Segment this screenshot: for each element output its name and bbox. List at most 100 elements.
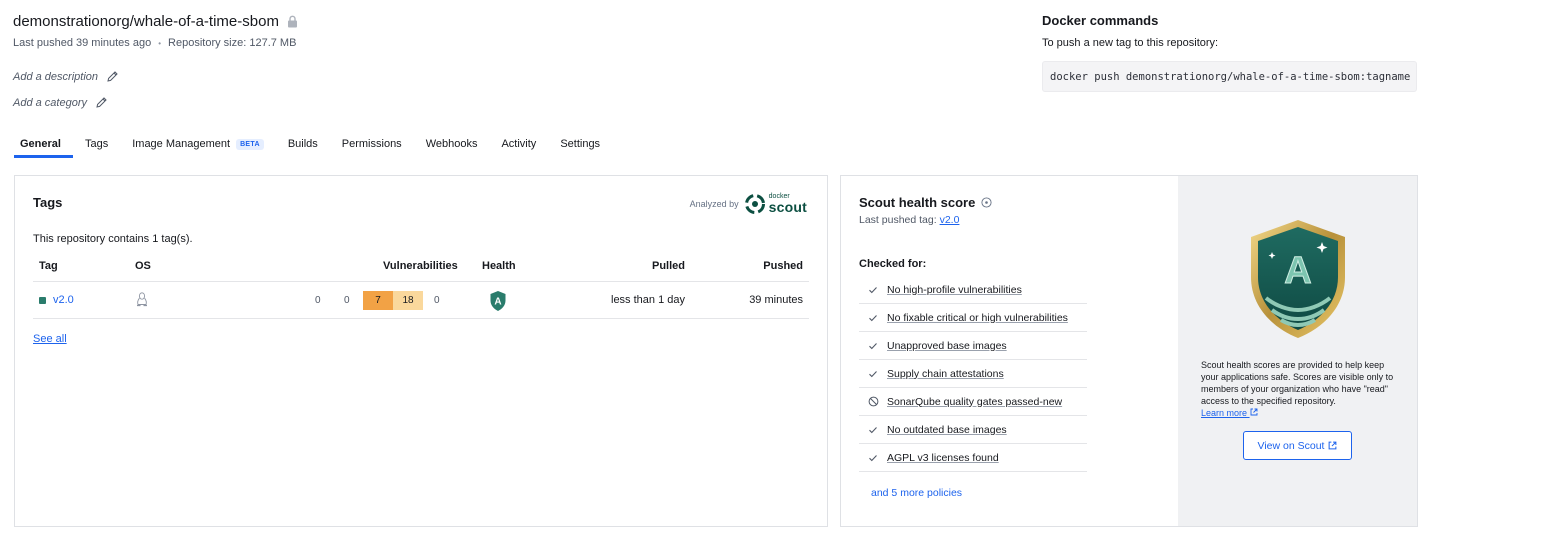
last-pushed: Last pushed 39 minutes ago xyxy=(13,37,152,49)
health-grade-text: A xyxy=(494,297,501,308)
pushed-time: 39 minutes xyxy=(749,294,803,306)
tab-tags[interactable]: Tags xyxy=(73,134,120,158)
lock-icon xyxy=(287,15,298,28)
policy-item[interactable]: Unapproved base images xyxy=(859,332,1087,360)
repo-name: demonstrationorg/whale-of-a-time-sbom xyxy=(13,13,279,30)
pulled-time: less than 1 day xyxy=(611,294,685,306)
check-icon xyxy=(859,285,887,295)
info-icon[interactable] xyxy=(981,197,992,208)
tag-count: This repository contains 1 tag(s). xyxy=(33,233,193,245)
tab-webhooks[interactable]: Webhooks xyxy=(414,134,490,158)
policy-label: Supply chain attestations xyxy=(887,367,1004,380)
tab-label: Permissions xyxy=(341,138,402,150)
last-pushed-label: Last pushed tag: xyxy=(859,214,937,226)
vuln-medium-count: 7 xyxy=(363,291,393,310)
policy-item[interactable]: No fixable critical or high vulnerabilit… xyxy=(859,304,1087,332)
tab-general[interactable]: General xyxy=(14,134,73,158)
col-tag: Tag xyxy=(39,260,58,272)
tab-label: General xyxy=(20,138,61,150)
add-category-label: Add a category xyxy=(13,96,87,109)
pencil-icon xyxy=(107,71,118,82)
learn-more-link[interactable]: Learn more xyxy=(1201,408,1258,418)
pencil-icon xyxy=(96,97,107,108)
meta-separator: • xyxy=(158,38,162,48)
policy-item[interactable]: Supply chain attestations xyxy=(859,360,1087,388)
policy-label: SonarQube quality gates passed-new xyxy=(887,395,1063,408)
linux-icon xyxy=(136,292,148,310)
analyzed-by: Analyzed by docker scout xyxy=(690,193,807,214)
col-health: Health xyxy=(482,260,516,272)
learn-more-label: Learn more xyxy=(1201,408,1248,418)
scout-health-panel: Scout health score Last pushed tag: v2.0… xyxy=(840,175,1418,527)
tab-settings[interactable]: Settings xyxy=(548,134,612,158)
policy-label: AGPL v3 licenses found xyxy=(887,451,999,464)
docker-push-command[interactable]: docker push demonstrationorg/whale-of-a-… xyxy=(1042,61,1417,92)
tab-builds[interactable]: Builds xyxy=(276,134,330,158)
tag-link[interactable]: v2.0 xyxy=(39,294,74,306)
tab-label: Webhooks xyxy=(425,138,478,150)
check-icon xyxy=(859,313,887,323)
scout-score-title-text: Scout health score xyxy=(859,195,976,210)
policy-item[interactable]: No high-profile vulnerabilities xyxy=(859,276,1087,304)
check-icon xyxy=(859,341,887,351)
scout-logo-icon xyxy=(744,193,765,214)
beta-badge: BETA xyxy=(236,139,264,150)
policy-label: No outdated base images xyxy=(887,423,1007,436)
col-pulled: Pulled xyxy=(651,260,685,272)
policy-item[interactable]: SonarQube quality gates passed-new xyxy=(859,388,1087,416)
add-category-link[interactable]: Add a category xyxy=(13,96,108,109)
tab-activity[interactable]: Activity xyxy=(489,134,548,158)
tab-label: Builds xyxy=(287,138,318,150)
tab-permissions[interactable]: Permissions xyxy=(330,134,414,158)
vuln-high-count: 0 xyxy=(344,295,350,306)
tag-name: v2.0 xyxy=(53,294,74,306)
docker-commands-subtitle: To push a new tag to this repository: xyxy=(1042,37,1219,49)
last-pushed-tag: Last pushed tag: v2.0 xyxy=(859,214,959,226)
scout-note-text: Scout health scores are provided to help… xyxy=(1201,360,1394,406)
tag-status-square xyxy=(39,296,46,304)
docker-commands-title: Docker commands xyxy=(1042,13,1159,28)
col-os: OS xyxy=(135,260,151,272)
col-vulnerabilities: Vulnerabilities xyxy=(383,260,458,272)
check-icon xyxy=(859,453,887,463)
view-on-scout-label: View on Scout xyxy=(1257,439,1325,452)
policy-list: No high-profile vulnerabilities No fixab… xyxy=(859,276,1087,472)
policy-label: No fixable critical or high vulnerabilit… xyxy=(887,311,1068,324)
docker-scout-logo: docker scout xyxy=(744,193,807,215)
tab-label: Image Management xyxy=(132,138,231,150)
col-pushed: Pushed xyxy=(763,260,803,272)
tab-image-management[interactable]: Image Management BETA xyxy=(120,134,276,158)
table-header: Tag OS Vulnerabilities Health Pulled Pus… xyxy=(33,258,809,282)
tags-panel: Tags Analyzed by docker scout This repos… xyxy=(14,175,828,527)
scout-info-section: A Scout health scores are provided to he… xyxy=(1178,176,1417,526)
vuln-unspecified-count: 0 xyxy=(434,295,440,306)
external-link-icon xyxy=(1329,441,1337,450)
last-pushed-tag-link[interactable]: v2.0 xyxy=(940,214,960,226)
policy-label: Unapproved base images xyxy=(887,339,1007,352)
tags-table: Tag OS Vulnerabilities Health Pulled Pus… xyxy=(33,258,809,319)
see-all-link[interactable]: See all xyxy=(33,333,67,345)
policy-item[interactable]: AGPL v3 licenses found xyxy=(859,444,1087,472)
scout-score-title: Scout health score xyxy=(859,195,992,210)
check-icon xyxy=(859,369,887,379)
scout-policies-section: Scout health score Last pushed tag: v2.0… xyxy=(841,176,1178,526)
external-link-icon xyxy=(1250,408,1257,416)
check-icon xyxy=(859,425,887,435)
scout-logo-big: scout xyxy=(768,199,807,215)
policy-item[interactable]: No outdated base images xyxy=(859,416,1087,444)
health-grade-badge: A xyxy=(489,290,507,315)
add-description-link[interactable]: Add a description xyxy=(13,70,119,83)
view-on-scout-button[interactable]: View on Scout xyxy=(1243,431,1352,460)
tab-label: Activity xyxy=(501,138,537,150)
repo-meta: Last pushed 39 minutes ago • Repository … xyxy=(13,37,296,49)
vuln-low-count: 18 xyxy=(393,291,423,310)
scout-note: Scout health scores are provided to help… xyxy=(1201,359,1399,419)
vuln-critical-count: 0 xyxy=(315,295,321,306)
repo-size: Repository size: 127.7 MB xyxy=(168,37,297,49)
not-evaluated-icon xyxy=(859,396,887,407)
policy-label: No high-profile vulnerabilities xyxy=(887,283,1022,296)
tab-label: Tags xyxy=(84,138,109,150)
health-score-badge-icon: A xyxy=(1244,218,1352,345)
more-policies-link[interactable]: and 5 more policies xyxy=(871,487,962,499)
badge-grade-text: A xyxy=(1284,250,1311,292)
